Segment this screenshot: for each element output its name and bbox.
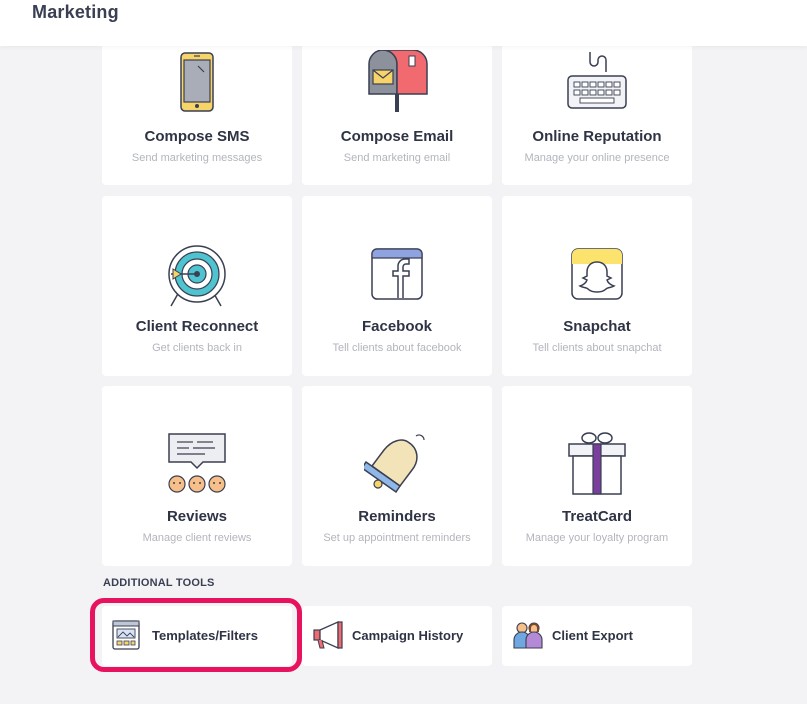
card-title: Client Reconnect [135, 318, 259, 335]
tool-label: Client Export [552, 628, 633, 643]
card-title: TreatCard [561, 508, 633, 525]
facebook-icon [371, 248, 423, 300]
client-export-button[interactable]: Client Export [502, 606, 692, 666]
card-client-reconnect[interactable]: Client Reconnect Get clients back in [102, 196, 292, 376]
card-title: Compose SMS [144, 128, 250, 145]
target-icon [168, 245, 226, 307]
megaphone-icon [313, 620, 343, 650]
card-title: Reminders [358, 508, 436, 525]
tool-label: Campaign History [352, 628, 464, 643]
card-subtitle: Get clients back in [152, 342, 242, 354]
card-subtitle: Tell clients about facebook [332, 342, 462, 354]
card-title: Online Reputation [532, 128, 662, 145]
card-title: Compose Email [340, 128, 454, 145]
phone-icon [180, 52, 214, 112]
card-reviews[interactable]: Reviews Manage client reviews [102, 386, 292, 566]
card-title: Snapchat [563, 318, 631, 335]
templates-filters-button[interactable]: Templates/Filters [102, 606, 292, 666]
reviews-icon [168, 433, 226, 493]
card-facebook[interactable]: Facebook Tell clients about facebook [302, 196, 492, 376]
tool-label: Templates/Filters [152, 628, 258, 643]
card-title: Reviews [166, 508, 228, 525]
card-treatcard[interactable]: TreatCard Manage your loyalty program [502, 386, 692, 566]
card-subtitle: Manage your online presence [524, 152, 670, 164]
campaign-history-button[interactable]: Campaign History [302, 606, 492, 666]
page-title: Marketing [32, 2, 119, 22]
card-subtitle: Manage client reviews [142, 532, 252, 544]
keyboard-icon [567, 52, 627, 109]
card-reminders[interactable]: Reminders Set up appointment reminders [302, 386, 492, 566]
card-subtitle: Tell clients about snapchat [532, 342, 662, 354]
card-snapchat[interactable]: Snapchat Tell clients about snapchat [502, 196, 692, 376]
marketing-tools-grid: Compose SMS Send marketing messages Comp… [102, 0, 692, 566]
additional-tools-heading: ADDITIONAL TOOLS [103, 577, 215, 589]
gift-icon [568, 432, 626, 495]
card-title: Facebook [361, 318, 433, 335]
users-icon [513, 622, 543, 649]
card-subtitle: Manage your loyalty program [525, 532, 669, 544]
card-subtitle: Send marketing messages [131, 152, 263, 164]
bell-icon [364, 434, 425, 494]
card-subtitle: Set up appointment reminders [323, 532, 471, 544]
card-subtitle: Send marketing email [343, 152, 451, 164]
template-icon [112, 620, 140, 650]
mailbox-icon [368, 50, 428, 112]
snapchat-icon [571, 248, 623, 300]
header-bar: Marketing [0, 0, 807, 46]
